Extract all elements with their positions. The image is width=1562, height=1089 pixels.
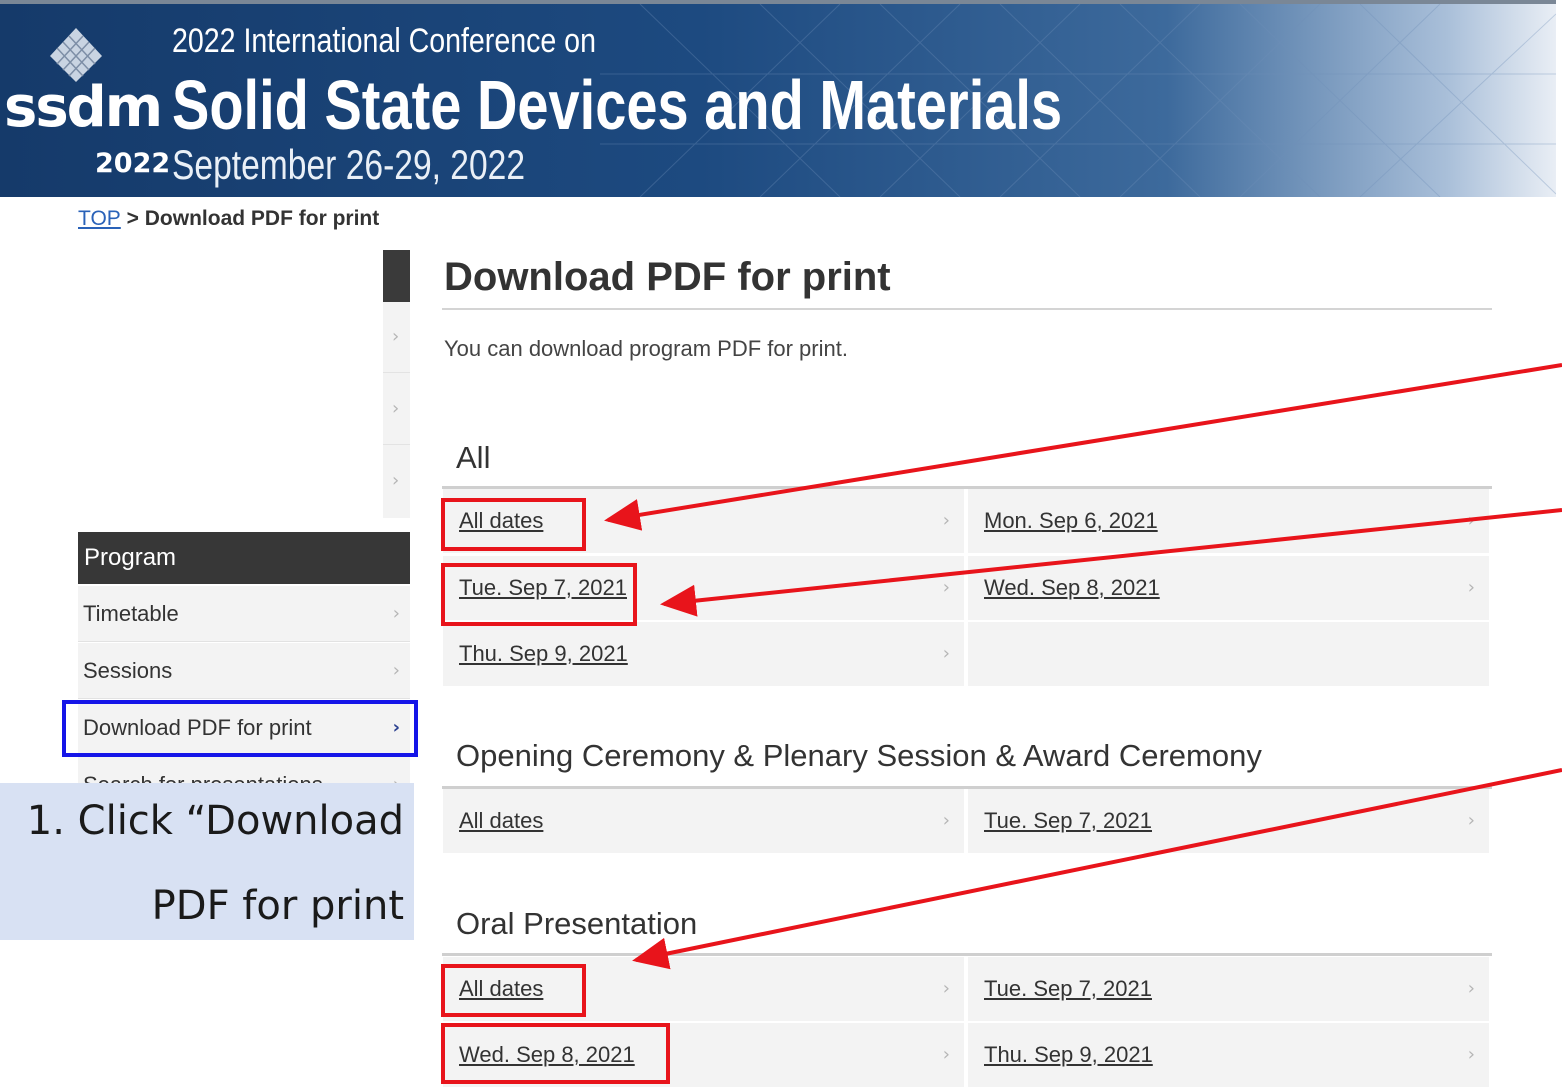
- annotation-arrows: [604, 363, 1562, 970]
- arrow-to-all-dates: [604, 363, 1562, 531]
- arrow-to-oral-all-dates: [632, 768, 1562, 970]
- arrow-to-sep7: [660, 508, 1562, 617]
